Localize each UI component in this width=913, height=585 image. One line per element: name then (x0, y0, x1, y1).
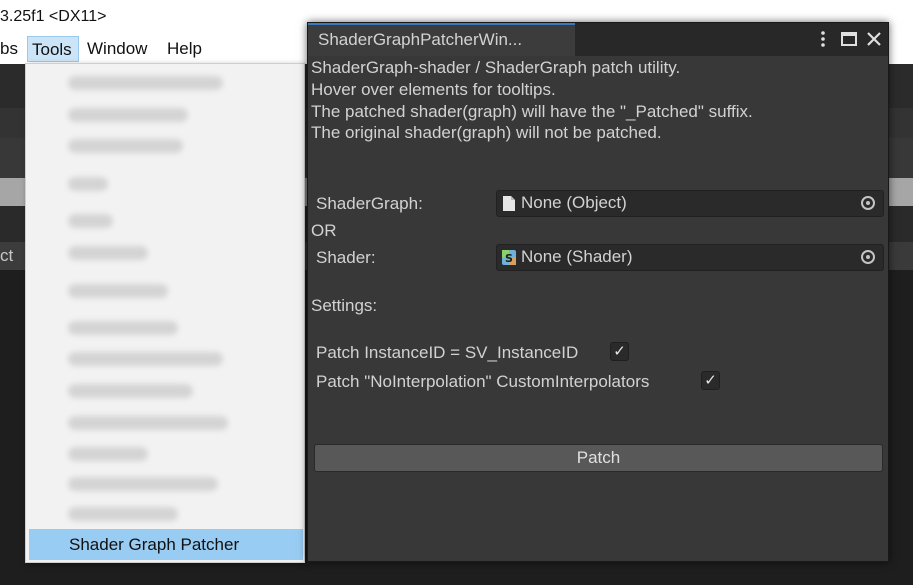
menu-item-obscured[interactable] (68, 321, 178, 335)
shader-field-value: None (Shader) (521, 247, 633, 266)
menu-item-obscured[interactable] (68, 284, 168, 298)
setting-nointerp-label: Patch "NoInterpolation" CustomInterpolat… (316, 372, 650, 391)
kebab-menu-icon[interactable] (814, 23, 832, 56)
patch-button[interactable]: Patch (314, 444, 883, 472)
menu-item-obscured[interactable] (68, 384, 193, 398)
info-line: The original shader(graph) will not be p… (311, 123, 662, 142)
menu-item-obscured[interactable] (68, 214, 113, 228)
tools-dropdown-menu: Shader Graph Patcher (25, 63, 305, 563)
menu-item-obscured[interactable] (68, 177, 108, 191)
menu-item-shader-graph-patcher[interactable]: Shader Graph Patcher (29, 529, 303, 560)
svg-text:S: S (505, 252, 513, 265)
menu-tools[interactable]: Tools (27, 36, 79, 62)
menu-item-label: Shader Graph Patcher (69, 535, 240, 554)
shader-label: Shader: (316, 248, 376, 267)
setting-instanceid-label: Patch InstanceID = SV_InstanceID (316, 343, 579, 362)
shadergraph-field-value: None (Object) (521, 193, 627, 212)
menu-item-obscured[interactable] (68, 477, 218, 491)
shadergraph-label: ShaderGraph: (316, 194, 423, 213)
settings-heading: Settings: (311, 296, 378, 315)
object-picker-icon[interactable] (861, 196, 875, 210)
menu-help[interactable]: Help (163, 36, 206, 62)
shader-icon: S (502, 250, 516, 265)
close-icon[interactable] (863, 23, 885, 56)
shader-object-field[interactable]: S None (Shader) (496, 244, 884, 271)
menu-item-obscured[interactable] (68, 139, 183, 153)
menu-item-obscured[interactable] (68, 416, 228, 430)
maximize-icon[interactable] (838, 23, 860, 56)
editor-title: 3.25f1 <DX11> (0, 8, 107, 25)
info-line: The patched shader(graph) will have the … (311, 102, 753, 121)
menu-item-obscured[interactable] (68, 507, 178, 521)
patcher-window: ShaderGraphPatcherWin... ShaderGraph-sha… (307, 22, 889, 562)
document-icon (503, 196, 515, 211)
or-label: OR (311, 221, 337, 240)
menu-item-obscured[interactable] (68, 447, 148, 461)
menu-item-obscured[interactable] (68, 76, 223, 90)
menu-prefabs[interactable]: bs (0, 36, 22, 62)
window-tab[interactable]: ShaderGraphPatcherWin... (308, 23, 575, 56)
info-line: Hover over elements for tooltips. (311, 80, 556, 99)
info-line: ShaderGraph-shader / ShaderGraph patch u… (311, 58, 681, 77)
setting-instanceid-checkbox[interactable]: ✓ (610, 342, 629, 361)
window-tabbar: ShaderGraphPatcherWin... (308, 23, 888, 56)
shadergraph-object-field[interactable]: None (Object) (496, 190, 884, 217)
menu-item-obscured[interactable] (68, 246, 148, 260)
menu-item-obscured[interactable] (68, 352, 223, 366)
menu-item-obscured[interactable] (68, 108, 188, 122)
menu-window[interactable]: Window (83, 36, 151, 62)
setting-nointerp-checkbox[interactable]: ✓ (701, 371, 720, 390)
object-picker-icon[interactable] (861, 250, 875, 264)
